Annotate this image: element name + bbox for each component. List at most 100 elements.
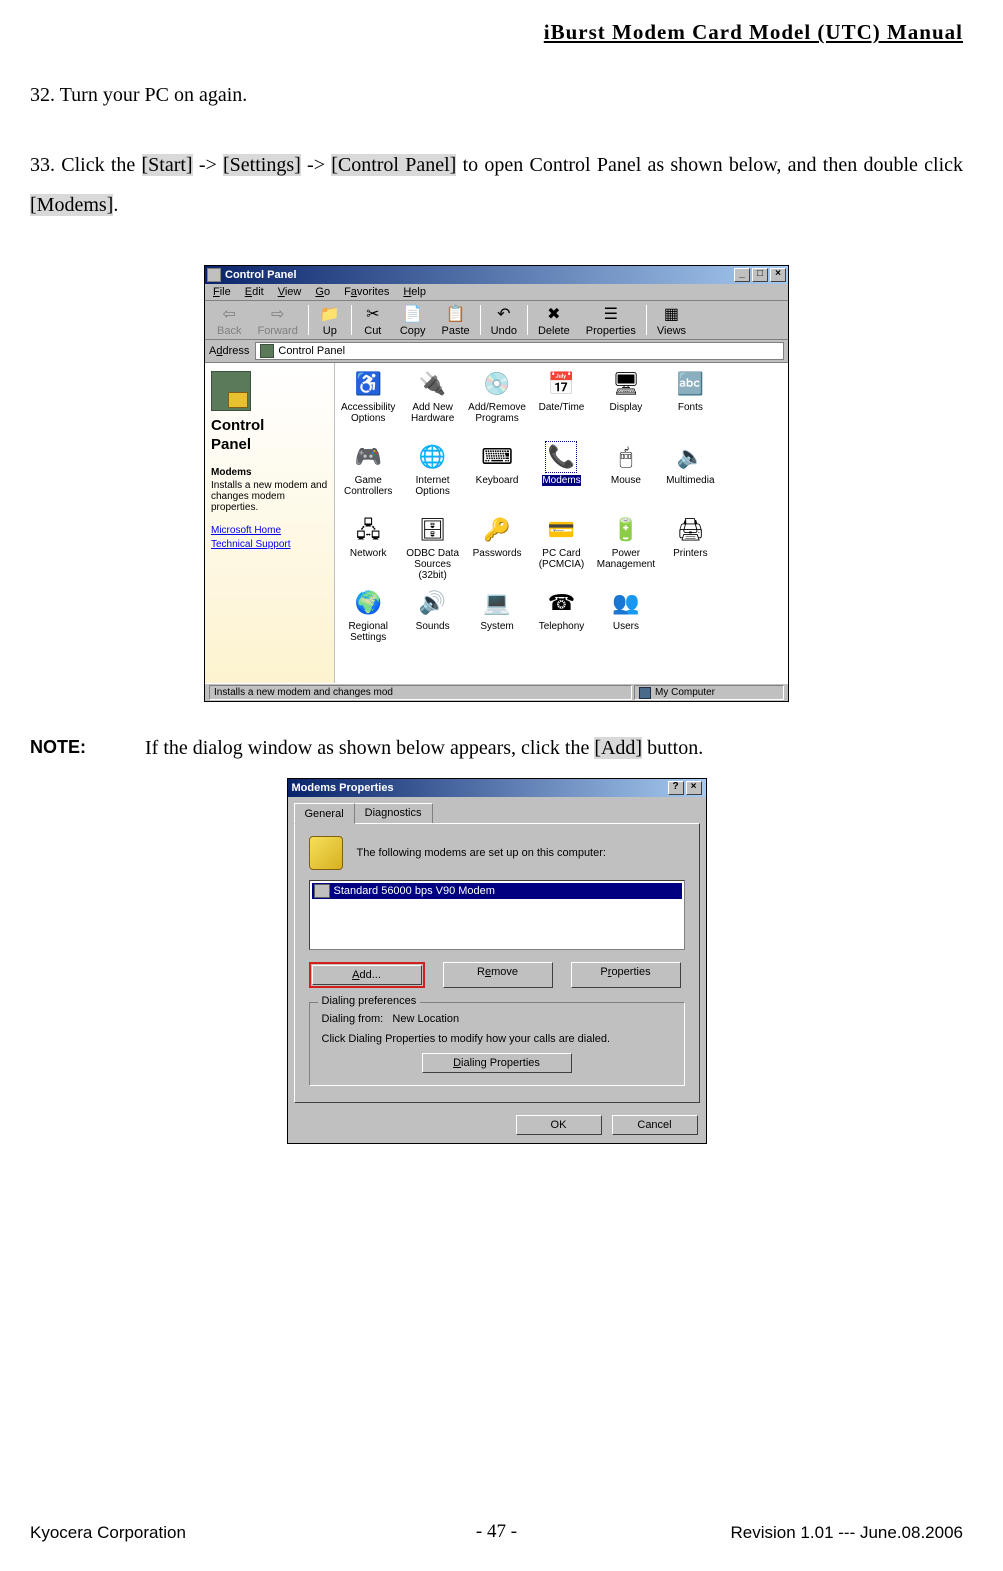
- add-button[interactable]: Add...: [312, 965, 422, 985]
- page-footer: Kyocera Corporation - 47 - Revision 1.01…: [30, 1521, 963, 1543]
- cp-icon-keyboard[interactable]: ⌨Keyboard: [466, 442, 528, 513]
- cp-item-icon: ⌨: [482, 442, 512, 472]
- cp-icon-telephony[interactable]: ☎Telephony: [530, 588, 592, 659]
- step-32: 32. Turn your PC on again.: [30, 75, 963, 115]
- tb-cut[interactable]: ✂Cut: [354, 303, 392, 337]
- copy-icon: 📄: [402, 303, 424, 325]
- tab-general[interactable]: General: [294, 803, 355, 824]
- cp-icon-network[interactable]: 🖧Network: [337, 515, 399, 586]
- menu-edit[interactable]: Edit: [245, 286, 264, 298]
- mp-intro-text: The following modems are set up on this …: [357, 847, 606, 859]
- mp-bottom-row: OK Cancel: [288, 1109, 706, 1143]
- help-button[interactable]: ?: [668, 781, 684, 795]
- cp-item-icon: 🔤: [675, 369, 705, 399]
- cp-icon-pc-card-pcmcia-[interactable]: 💳PC Card (PCMCIA): [530, 515, 592, 586]
- menu-file[interactable]: File: [213, 286, 231, 298]
- hl-settings: [Settings]: [223, 154, 301, 176]
- cp-icon-add-new-hardware[interactable]: 🔌Add New Hardware: [401, 369, 463, 440]
- cp-icon-mouse[interactable]: 🖱Mouse: [595, 442, 657, 513]
- tb-delete[interactable]: ✖Delete: [530, 303, 578, 337]
- status-side: My Computer: [634, 685, 784, 700]
- cp-icon-accessibility-options[interactable]: ♿Accessibility Options: [337, 369, 399, 440]
- cp-icon-passwords[interactable]: 🔑Passwords: [466, 515, 528, 586]
- minimize-button[interactable]: _: [734, 268, 750, 282]
- modem-list[interactable]: Standard 56000 bps V90 Modem: [309, 880, 685, 950]
- cp-icon-system[interactable]: 💻 System: [466, 588, 528, 659]
- cp-toolbar: ⇦Back ⇨Forward 📁Up ✂Cut 📄Copy 📋Paste ↶Un…: [205, 301, 788, 340]
- tab-diagnostics[interactable]: Diagnostics: [354, 803, 433, 823]
- cp-item-icon: 👥: [611, 588, 641, 618]
- cp-icon-modems[interactable]: 📞Modems: [530, 442, 592, 513]
- tb-back[interactable]: ⇦Back: [209, 303, 249, 337]
- cp-icon-fonts[interactable]: 🔤Fonts: [659, 369, 721, 440]
- close-button[interactable]: ×: [770, 268, 786, 282]
- step-33-num: 33.: [30, 154, 55, 176]
- cp-item-label: Add New Hardware: [403, 402, 463, 424]
- cp-icon-internet-options[interactable]: 🌐Internet Options: [401, 442, 463, 513]
- cp-item-label: Power Management: [596, 548, 656, 570]
- properties-button[interactable]: Properties: [571, 962, 681, 988]
- menu-go[interactable]: Go: [315, 286, 330, 298]
- cp-item-icon: 💻: [482, 588, 512, 618]
- link-ms-home[interactable]: Microsoft Home: [211, 525, 328, 536]
- hl-modems: [Modems]: [30, 194, 113, 216]
- cp-item-label: Sounds: [416, 621, 450, 632]
- cancel-button[interactable]: Cancel: [612, 1115, 698, 1135]
- tb-paste[interactable]: 📋Paste: [434, 303, 478, 337]
- system-menu-icon[interactable]: [207, 268, 221, 282]
- cp-side-panel: Control Panel Modems Installs a new mode…: [205, 363, 335, 683]
- tb-forward[interactable]: ⇨Forward: [249, 303, 305, 337]
- delete-icon: ✖: [543, 303, 565, 325]
- tb-copy[interactable]: 📄Copy: [392, 303, 434, 337]
- mp-page-general: The following modems are set up on this …: [294, 823, 700, 1103]
- addr-field[interactable]: Control Panel: [255, 342, 784, 360]
- close-button[interactable]: ×: [686, 781, 702, 795]
- cp-item-label: Printers: [673, 548, 707, 559]
- back-icon: ⇦: [218, 303, 240, 325]
- cp-icon-printers[interactable]: 🖨Printers: [659, 515, 721, 586]
- tb-up-label: Up: [323, 325, 337, 337]
- menu-view[interactable]: View: [278, 286, 302, 298]
- dialing-hint: Click Dialing Properties to modify how y…: [322, 1033, 672, 1045]
- cp-icon-users[interactable]: 👥 Users: [595, 588, 657, 659]
- cp-side-desc: Installs a new modem and changes modem p…: [211, 480, 328, 513]
- tb-copy-label: Copy: [400, 325, 426, 337]
- tb-up[interactable]: 📁Up: [311, 303, 349, 337]
- menu-help[interactable]: Help: [403, 286, 426, 298]
- cp-icon-grid: ♿Accessibility Options🔌Add New Hardware💿…: [335, 363, 788, 683]
- tb-paste-label: Paste: [442, 325, 470, 337]
- ok-button[interactable]: OK: [516, 1115, 602, 1135]
- cp-item-label: Add/Remove Programs: [467, 402, 527, 424]
- undo-icon: ↶: [493, 303, 515, 325]
- tb-views[interactable]: ▦Views: [649, 303, 694, 337]
- note-body: If the dialog window as shown below appe…: [145, 737, 703, 759]
- cp-icon-sounds[interactable]: 🔊Sounds: [401, 588, 463, 659]
- cp-item-label: System: [480, 621, 513, 632]
- cp-icon-odbc-data-sources-32bit-[interactable]: 🗄ODBC Data Sources (32bit): [401, 515, 463, 586]
- cp-icon-date-time[interactable]: 📅Date/Time: [530, 369, 592, 440]
- cp-icon-add-remove-programs[interactable]: 💿Add/Remove Programs: [466, 369, 528, 440]
- tb-properties[interactable]: ☰Properties: [578, 303, 644, 337]
- cp-item-label: Modems: [542, 475, 580, 486]
- remove-button[interactable]: Remove: [443, 962, 553, 988]
- cp-icon-power-management[interactable]: 🔋Power Management: [595, 515, 657, 586]
- cp-item-label: PC Card (PCMCIA): [531, 548, 591, 570]
- tb-undo[interactable]: ↶Undo: [483, 303, 525, 337]
- list-item[interactable]: Standard 56000 bps V90 Modem: [312, 883, 682, 899]
- step-32-text: Turn your PC on again.: [60, 84, 248, 106]
- arrow1: ->: [193, 154, 223, 176]
- cp-icon-regional-settings[interactable]: 🌍Regional Settings: [337, 588, 399, 659]
- tb-cut-label: Cut: [364, 325, 381, 337]
- maximize-button[interactable]: □: [752, 268, 768, 282]
- group-legend: Dialing preferences: [318, 995, 421, 1007]
- cp-item-label: Users: [613, 621, 639, 632]
- hl-start: [Start]: [142, 154, 193, 176]
- cp-address-bar: Address Control Panel: [205, 340, 788, 363]
- views-icon: ▦: [660, 303, 682, 325]
- menu-favorites[interactable]: Favorites: [344, 286, 389, 298]
- cp-icon-multimedia[interactable]: 🔈Multimedia: [659, 442, 721, 513]
- dialing-properties-button[interactable]: Dialing Properties: [422, 1053, 572, 1073]
- cp-icon-game-controllers[interactable]: 🎮Game Controllers: [337, 442, 399, 513]
- cp-icon-display[interactable]: 🖥Display: [595, 369, 657, 440]
- link-tech-support[interactable]: Technical Support: [211, 539, 328, 550]
